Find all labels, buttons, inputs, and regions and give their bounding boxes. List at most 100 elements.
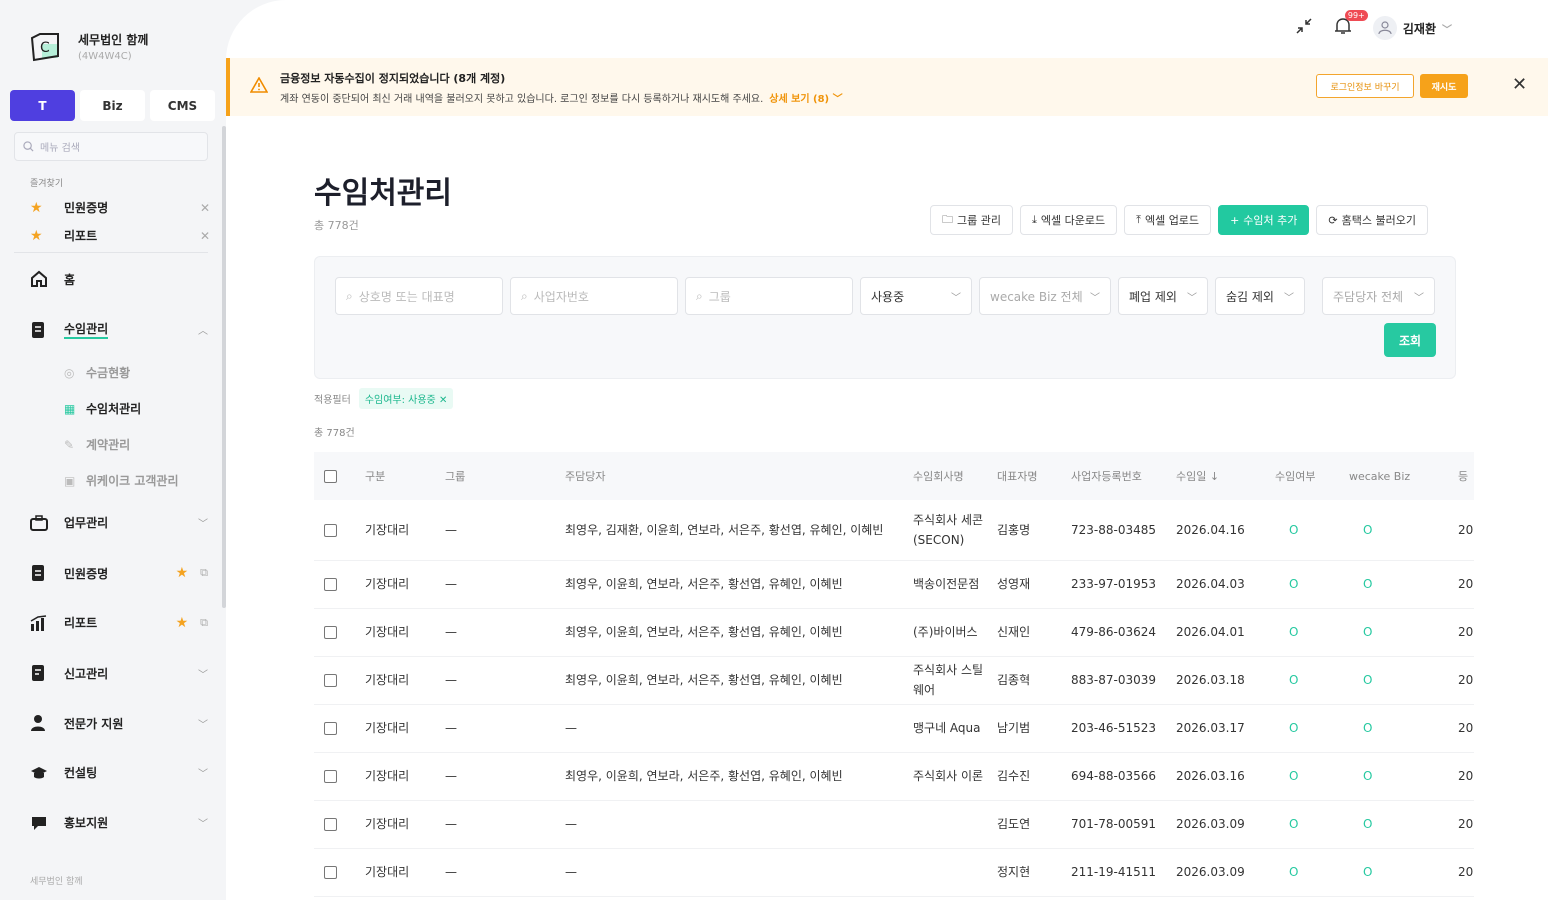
select-all-checkbox[interactable]	[324, 469, 337, 483]
column-header[interactable]: 수임여부	[1265, 452, 1339, 500]
closed-select[interactable]: 폐업 제외 ﹀	[1118, 277, 1208, 315]
column-header[interactable]: 사업자등록번호	[1061, 452, 1166, 500]
table-row[interactable]: 기장대리 — — 김도연 701-78-00591 2026.03.09 O O 20	[314, 800, 1474, 849]
subnav-contracts[interactable]: ✎ 계약관리	[64, 436, 130, 453]
table-row[interactable]: 기장대리 — 최영우, 이윤희, 연보라, 서은주, 황선엽, 유혜인, 이혜빈 백송…	[314, 560, 1474, 609]
page-title: 수임처관리	[314, 176, 452, 211]
table-row[interactable]: 기장대리 — — 맹구네 Aqua 남기범 203-46-51523 2026.03.17 O…	[314, 704, 1474, 753]
remove-favorite-icon[interactable]: ✕	[200, 229, 210, 243]
nav-item-cert[interactable]: 민원증명 ★ ⧉	[30, 564, 208, 582]
close-icon[interactable]: ✕	[1512, 74, 1527, 95]
company-search-input[interactable]: ⌕ 상호명 또는 대표명	[335, 277, 503, 315]
close-icon[interactable]: ✕	[439, 395, 447, 406]
favorite-item-cert[interactable]: ★ 민원증명 ✕	[30, 199, 210, 216]
table-cell: 신재인	[987, 608, 1061, 657]
row-checkbox[interactable]	[324, 722, 337, 735]
column-header[interactable]: 대표자명	[987, 452, 1061, 500]
collapse-icon[interactable]	[1295, 17, 1313, 39]
nav-item-filing[interactable]: 신고관리 ﹀	[30, 664, 208, 682]
row-checkbox[interactable]	[324, 770, 337, 783]
search-button[interactable]: 조회	[1384, 323, 1436, 357]
group-search-input[interactable]: ⌕ 그룹	[685, 277, 853, 315]
status-select[interactable]: 사용중 ﹀	[860, 277, 972, 315]
star-icon[interactable]: ★	[176, 615, 189, 631]
table-cell: 정지현	[987, 848, 1061, 897]
table-cell: —	[435, 752, 555, 801]
column-header[interactable]: 수임일 ↓	[1166, 452, 1265, 500]
table-cell: 최영우, 이윤희, 연보라, 서은주, 황선엽, 유혜인, 이혜빈	[555, 608, 903, 657]
column-header[interactable]: 수임회사명	[903, 452, 987, 500]
segment-cms[interactable]: CMS	[150, 90, 215, 121]
excel-download-button[interactable]: ⤓ 엑셀 다운로드	[1019, 205, 1118, 235]
input-placeholder: 그룹	[708, 289, 731, 304]
row-checkbox[interactable]	[324, 674, 337, 687]
column-header[interactable]: 구분	[355, 452, 435, 500]
user-menu[interactable]: 김재환 ﹀	[1372, 16, 1452, 40]
group-manage-button[interactable]: 🗀 그룹 관리	[930, 205, 1013, 235]
retry-button[interactable]: 재시도	[1420, 74, 1468, 98]
nav-item-work[interactable]: 업무관리 ﹀	[30, 514, 208, 531]
table-cell: O	[1339, 752, 1448, 801]
mode-segment: T Biz CMS	[10, 90, 215, 121]
column-header[interactable]: 그룹	[435, 452, 555, 500]
manager-select[interactable]: 주담당자 전체 ﹀	[1322, 277, 1435, 315]
star-icon: ★	[30, 227, 43, 244]
table-cell: 기장대리	[355, 608, 435, 657]
button-label: 엑셀 다운로드	[1040, 214, 1106, 227]
menu-search-input[interactable]: 메뉴 검색	[14, 132, 208, 161]
external-link-icon[interactable]: ⧉	[200, 566, 208, 580]
table-row[interactable]: 기장대리 — — 정지현 211-19-41511 2026.03.09 O O 20	[314, 848, 1474, 897]
external-link-icon[interactable]: ⧉	[200, 616, 208, 630]
favorite-item-report[interactable]: ★ 리포트 ✕	[30, 227, 210, 244]
remove-favorite-icon[interactable]: ✕	[200, 201, 210, 215]
column-header[interactable]: 등	[1448, 452, 1474, 500]
page-total: 총 778건	[314, 219, 359, 232]
subnav-clients[interactable]: ▦ 수임처관리	[64, 400, 141, 417]
segment-biz[interactable]: Biz	[80, 90, 145, 121]
nav-item-report[interactable]: 리포트 ★ ⧉	[30, 614, 208, 631]
wecake-select[interactable]: wecake Biz 전체 ﹀	[979, 277, 1111, 315]
table-cell: O	[1265, 500, 1339, 561]
table-cell: 479-86-03624	[1061, 608, 1166, 657]
star-icon[interactable]: ★	[176, 565, 189, 581]
nav-item-consulting[interactable]: 컨설팅 ﹀	[30, 764, 208, 781]
table-row[interactable]: 기장대리 — 최영우, 김재환, 이윤희, 연보라, 서은주, 황선엽, 유혜인, …	[314, 500, 1474, 561]
subnav-wecake-customers[interactable]: ▣ 위케이크 고객관리	[64, 472, 179, 489]
nav-item-client-mgmt[interactable]: 수임관리 ︿	[30, 320, 208, 339]
nav-item-home[interactable]: 홈	[30, 270, 208, 288]
table-cell: —	[435, 704, 555, 753]
column-header[interactable]: 주담당자	[555, 452, 903, 500]
row-checkbox[interactable]	[324, 866, 337, 879]
subnav-collections[interactable]: ◎ 수금현황	[64, 364, 130, 381]
excel-upload-button[interactable]: ⤒ 엑셀 업로드	[1124, 205, 1212, 235]
select-value: 사용중	[871, 289, 905, 304]
user-avatar-icon	[1372, 16, 1397, 40]
row-checkbox[interactable]	[324, 626, 337, 639]
warning-icon	[249, 76, 269, 97]
table-row[interactable]: 기장대리 — 최영우, 이윤희, 연보라, 서은주, 황선엽, 유혜인, 이혜빈 주식…	[314, 656, 1474, 705]
brand[interactable]: C 세무법인 함께 (4W4W4C)	[28, 30, 148, 64]
chevron-down-icon: ﹀	[198, 819, 208, 830]
nav-item-expert[interactable]: 전문가 지원 ﹀	[30, 714, 208, 732]
table-row[interactable]: 기장대리 — 최영우, 이윤희, 연보라, 서은주, 황선엽, 유혜인, 이혜빈 (주…	[314, 608, 1474, 657]
row-checkbox[interactable]	[324, 578, 337, 591]
table-cell: 883-87-03039	[1061, 656, 1166, 705]
row-checkbox[interactable]	[324, 818, 337, 831]
column-header[interactable]: wecake Biz	[1339, 452, 1448, 500]
nav-label: 신고관리	[64, 666, 109, 681]
table-row[interactable]: 기장대리 — 최영우, 이윤희, 연보라, 서은주, 황선엽, 유혜인, 이혜빈 주식…	[314, 752, 1474, 801]
table-cell: 김홍명	[987, 500, 1061, 561]
filter-chip[interactable]: 수임여부: 사용중 ✕	[358, 388, 454, 409]
hidden-select[interactable]: 숨김 제외 ﹀	[1215, 277, 1305, 315]
button-label: 엑셀 업로드	[1144, 214, 1200, 227]
change-login-button[interactable]: 로그인정보 바꾸기	[1316, 74, 1414, 98]
notification-bell-icon[interactable]: 99+	[1333, 10, 1368, 40]
segment-t[interactable]: T	[10, 90, 75, 121]
nav-item-promo[interactable]: 홍보지원 ﹀	[30, 814, 208, 831]
bizno-search-input[interactable]: ⌕ 사업자번호	[510, 277, 678, 315]
row-checkbox[interactable]	[324, 523, 337, 537]
add-client-button[interactable]: + 수임처 추가	[1218, 205, 1310, 235]
chevron-down-icon: ﹀	[1187, 292, 1197, 304]
alert-detail-link[interactable]: 상세 보기 (8) ﹀	[769, 94, 842, 105]
hometax-import-button[interactable]: ⟳ 홈택스 불러오기	[1316, 205, 1428, 235]
